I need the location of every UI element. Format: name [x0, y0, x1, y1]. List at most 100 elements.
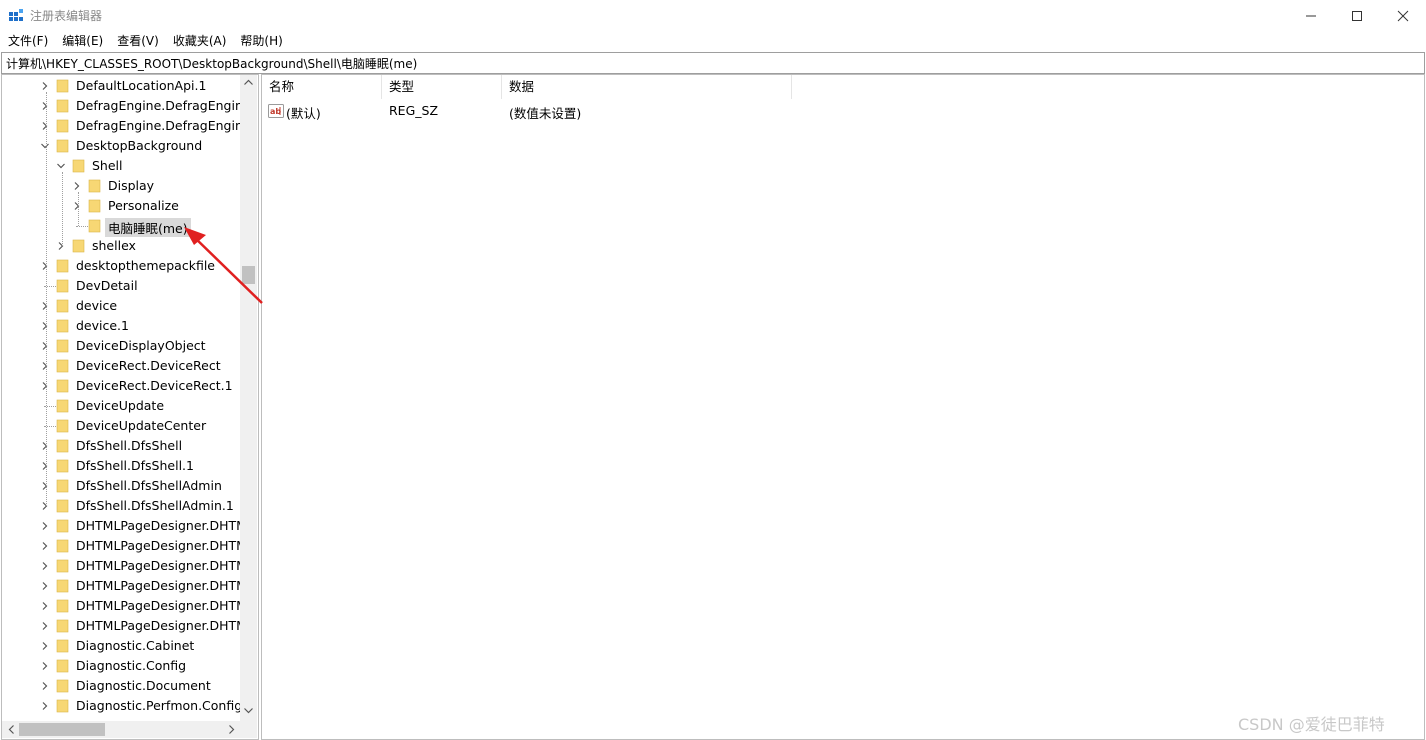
menu-file[interactable]: 文件(F)	[0, 31, 55, 51]
folder-icon	[56, 299, 69, 313]
tree-item[interactable]: DeviceUpdate	[2, 396, 242, 416]
tree-item-label: DeviceUpdateCenter	[76, 418, 207, 433]
tree-item[interactable]: Diagnostic.Document	[2, 676, 242, 696]
folder-icon	[56, 419, 69, 433]
tree-item-label: DefaultLocationApi.1	[76, 78, 207, 93]
chevron-right-icon[interactable]	[40, 321, 50, 331]
chevron-right-icon[interactable]	[40, 81, 50, 91]
chevron-right-icon[interactable]	[72, 201, 82, 211]
tree-item[interactable]: DHTMLPageDesigner.DHTM	[2, 616, 247, 636]
tree-item[interactable]: DfsShell.DfsShell.1	[2, 456, 242, 476]
chevron-right-icon[interactable]	[40, 641, 50, 651]
minimize-icon	[1306, 15, 1316, 16]
tree-item[interactable]: DefragEngine.DefragEngine.	[2, 116, 255, 136]
tree-item[interactable]: DfsShell.DfsShellAdmin.1	[2, 496, 242, 516]
chevron-right-icon[interactable]	[40, 481, 50, 491]
maximize-button[interactable]	[1334, 0, 1380, 31]
chevron-right-icon[interactable]	[40, 381, 50, 391]
address-bar[interactable]: 计算机\HKEY_CLASSES_ROOT\DesktopBackground\…	[1, 52, 1425, 74]
chevron-right-icon[interactable]	[40, 581, 50, 591]
chevron-right-icon[interactable]	[40, 561, 50, 571]
address-path[interactable]: 计算机\HKEY_CLASSES_ROOT\DesktopBackground\…	[6, 55, 417, 72]
chevron-right-icon[interactable]	[40, 101, 50, 111]
tree-item-label: Shell	[92, 158, 123, 173]
tree-item[interactable]: Diagnostic.Perfmon.Config	[2, 696, 242, 716]
tree-item[interactable]: DHTMLPageDesigner.DHTM	[2, 536, 247, 556]
chevron-right-icon[interactable]	[40, 261, 50, 271]
tree-item[interactable]: DfsShell.DfsShell	[2, 436, 242, 456]
tree-item[interactable]: Diagnostic.Config	[2, 656, 242, 676]
horizontal-scroll-thumb[interactable]	[19, 723, 105, 736]
chevron-right-icon[interactable]	[72, 181, 82, 191]
tree-item[interactable]: DHTMLPageDesigner.DHTM	[2, 516, 247, 536]
menu-edit[interactable]: 编辑(E)	[55, 31, 110, 51]
chevron-right-icon[interactable]	[40, 701, 50, 711]
tree-item[interactable]: desktopthemepackfile	[2, 256, 242, 276]
menu-help[interactable]: 帮助(H)	[233, 31, 289, 51]
tree-item[interactable]: DeviceUpdateCenter	[2, 416, 242, 436]
chevron-down-icon[interactable]	[56, 161, 66, 171]
chevron-right-icon[interactable]	[40, 341, 50, 351]
tree-item[interactable]: DHTMLPageDesigner.DHTM	[2, 556, 247, 576]
chevron-right-icon[interactable]	[40, 441, 50, 451]
tree-item[interactable]: DfsShell.DfsShellAdmin	[2, 476, 242, 496]
tree-connector	[76, 226, 88, 227]
close-button[interactable]	[1380, 0, 1426, 31]
menu-favorites[interactable]: 收藏夹(A)	[166, 31, 234, 51]
chevron-right-icon[interactable]	[40, 681, 50, 691]
tree-item[interactable]: DeviceDisplayObject	[2, 336, 242, 356]
chevron-right-icon[interactable]	[40, 601, 50, 611]
tree-item[interactable]: shellex	[2, 236, 242, 256]
tree-item[interactable]: DHTMLPageDesigner.DHTM	[2, 596, 247, 616]
chevron-right-icon[interactable]	[40, 621, 50, 631]
chevron-right-icon[interactable]	[40, 301, 50, 311]
tree-item[interactable]: DeviceRect.DeviceRect.1	[2, 376, 242, 396]
chevron-right-icon[interactable]	[40, 501, 50, 511]
folder-icon	[56, 139, 69, 153]
chevron-right-icon[interactable]	[40, 521, 50, 531]
tree-item[interactable]: 电脑睡眠(me)	[2, 216, 242, 237]
chevron-right-icon[interactable]	[40, 541, 50, 551]
tree-item[interactable]: Shell	[2, 156, 242, 176]
tree-item[interactable]: DHTMLPageDesigner.DHTM	[2, 576, 247, 596]
chevron-right-icon[interactable]	[40, 361, 50, 371]
vertical-scroll-thumb[interactable]	[242, 266, 255, 284]
tree-item[interactable]: DeviceRect.DeviceRect	[2, 356, 242, 376]
tree-item[interactable]: Diagnostic.Cabinet	[2, 636, 242, 656]
tree-guide-line	[62, 172, 63, 246]
chevron-right-icon[interactable]	[40, 461, 50, 471]
column-header-name[interactable]: 名称	[262, 75, 382, 99]
tree-item-label: DesktopBackground	[76, 138, 203, 153]
tree-vertical-scrollbar[interactable]	[240, 75, 257, 721]
scroll-right-icon[interactable]	[226, 724, 237, 735]
scroll-down-icon[interactable]	[243, 705, 254, 716]
tree-item-label: shellex	[92, 238, 136, 253]
tree-item[interactable]: Display	[2, 176, 242, 196]
column-header-type[interactable]: 类型	[382, 75, 502, 99]
chevron-right-icon[interactable]	[40, 121, 50, 131]
tree-item[interactable]: device	[2, 296, 242, 316]
tree-item-label: DfsShell.DfsShell	[76, 438, 183, 453]
folder-icon	[56, 79, 69, 93]
scroll-up-icon[interactable]	[243, 77, 254, 88]
scroll-left-icon[interactable]	[6, 724, 17, 735]
tree-horizontal-scrollbar[interactable]	[2, 721, 240, 738]
tree-item-label: Diagnostic.Config	[76, 658, 187, 673]
tree-item-label: device.1	[76, 318, 129, 333]
value-row[interactable]: ab (默认) REG_SZ (数值未设置)	[262, 101, 1262, 121]
value-type: REG_SZ	[389, 103, 439, 118]
tree-item[interactable]: Personalize	[2, 196, 242, 216]
folder-icon	[56, 359, 69, 373]
tree-item[interactable]: device.1	[2, 316, 242, 336]
tree-item[interactable]: DefragEngine.DefragEngine	[2, 96, 251, 116]
chevron-right-icon[interactable]	[40, 661, 50, 671]
menu-view[interactable]: 查看(V)	[110, 31, 166, 51]
minimize-button[interactable]	[1288, 0, 1334, 31]
tree-item[interactable]: DesktopBackground	[2, 136, 242, 156]
tree-item[interactable]: DefaultLocationApi.1	[2, 76, 242, 96]
chevron-down-icon[interactable]	[40, 141, 50, 151]
tree-item[interactable]: DevDetail	[2, 276, 242, 296]
chevron-right-icon[interactable]	[56, 241, 66, 251]
folder-icon	[88, 219, 101, 233]
column-header-data[interactable]: 数据	[502, 75, 792, 99]
